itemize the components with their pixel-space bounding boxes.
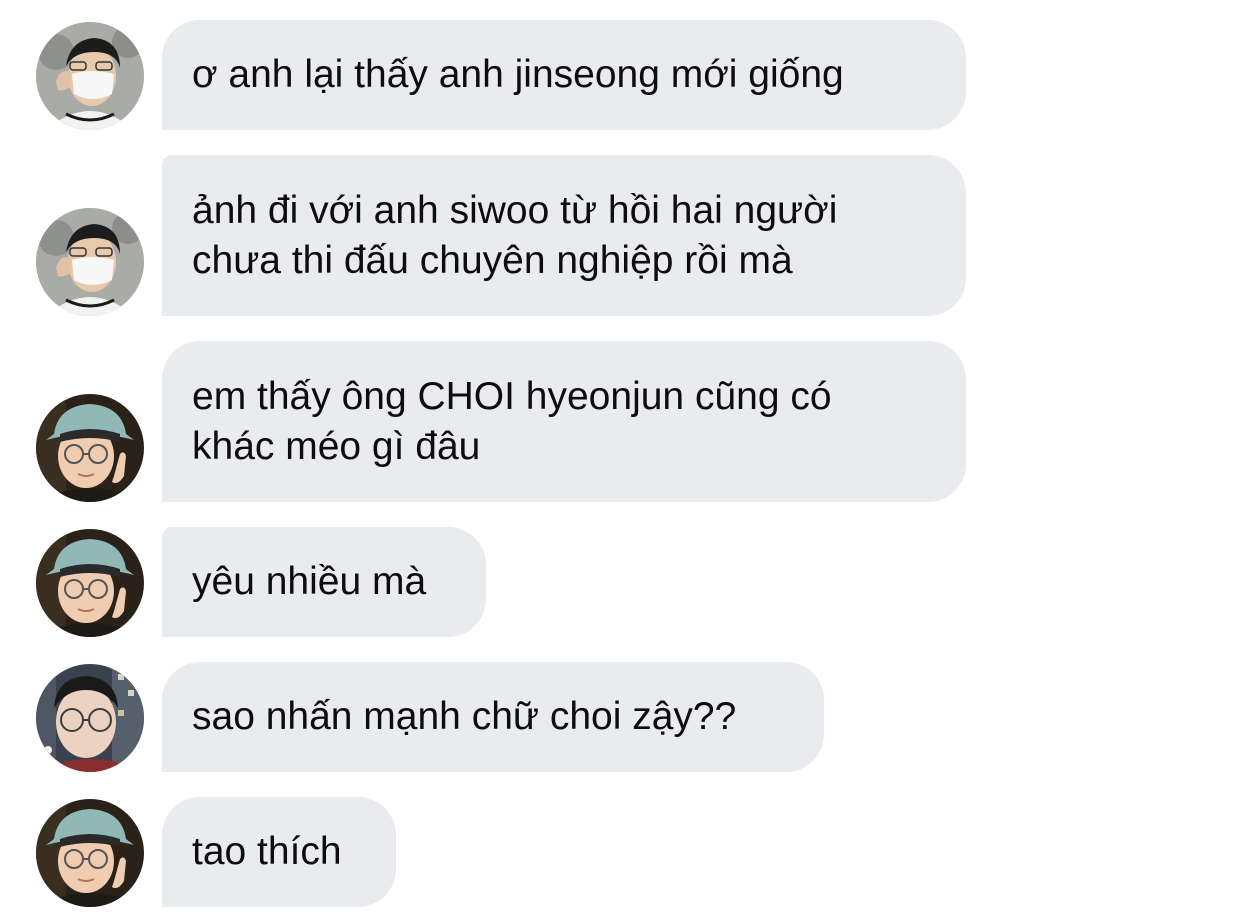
bucket-hat-person-avatar[interactable] <box>36 529 144 637</box>
glasses-person-night-avatar[interactable] <box>36 664 144 772</box>
message-bubble[interactable]: ảnh đi với anh siwoo từ hồi hai người ch… <box>162 155 966 316</box>
message-text: em thấy ông CHOI hyeonjun cũng có khác m… <box>192 374 832 468</box>
bucket-hat-person-avatar[interactable] <box>36 799 144 907</box>
message-text: yêu nhiều mà <box>192 560 427 603</box>
message-text: tao thích <box>192 830 342 873</box>
message-text: ơ anh lại thấy anh jinseong mới giống <box>192 53 844 96</box>
bucket-hat-person-avatar[interactable] <box>36 394 144 502</box>
masked-person-avatar[interactable] <box>36 208 144 316</box>
message-bubble[interactable]: tao thích <box>162 797 396 907</box>
message-bubble[interactable]: yêu nhiều mà <box>162 527 486 637</box>
masked-person-avatar[interactable] <box>36 22 144 130</box>
message-bubble[interactable]: sao nhấn mạnh chữ choi zậy?? <box>162 662 824 772</box>
message-text: ảnh đi với anh siwoo từ hồi hai người ch… <box>192 188 838 282</box>
message-text: sao nhấn mạnh chữ choi zậy?? <box>192 695 737 738</box>
message-bubble[interactable]: em thấy ông CHOI hyeonjun cũng có khác m… <box>162 341 966 502</box>
message-bubble[interactable]: ơ anh lại thấy anh jinseong mới giống <box>162 20 966 130</box>
